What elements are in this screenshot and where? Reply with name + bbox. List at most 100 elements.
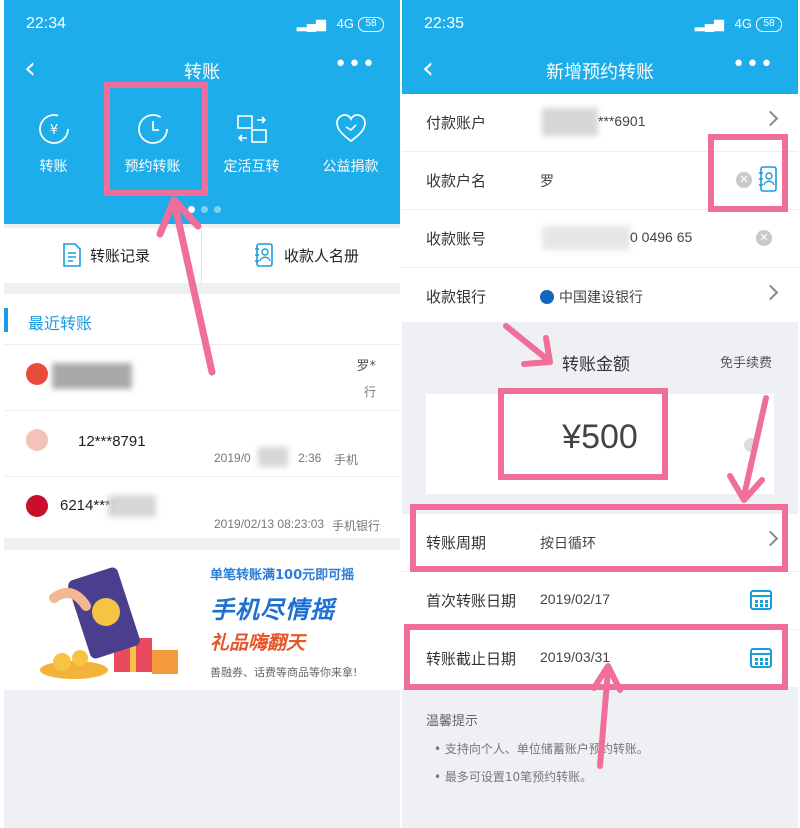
nav-bar: ‹ 转账 •••: [4, 48, 400, 94]
clear-icon[interactable]: ✕: [756, 230, 772, 246]
list-item[interactable]: 6214***8 2019/02/13 08:23:03 手机银行: [4, 476, 400, 540]
bank-logo-icon: [26, 363, 48, 385]
recent-transfers-title: 最近转账: [28, 314, 93, 333]
annotation-arrow: [503, 323, 553, 367]
heart-icon: [335, 114, 366, 143]
document-icon: [63, 243, 81, 267]
quick-action-scheduled-transfer[interactable]: 预约转账: [103, 104, 202, 200]
bank-name: 中国建设银行: [559, 289, 643, 305]
nav-bar: ‹ 新增预约转账 •••: [402, 48, 798, 94]
annotation-arrow: [727, 395, 769, 503]
first-date-label: 首次转账日期: [426, 592, 517, 610]
cycle-label: 转账周期: [426, 534, 487, 552]
banner-subtitle: 单笔转账满100元即可摇: [210, 568, 355, 583]
list-item[interactable]: 12***8791 2019/0 2:36 手机: [4, 410, 400, 474]
fee-note: 免手续费: [719, 356, 772, 371]
payee-bank-row[interactable]: 收款银行 中国建设银行: [402, 268, 798, 324]
contacts-book-icon: [255, 243, 273, 267]
masked-account: [542, 108, 598, 136]
ccb-logo-icon: [540, 290, 554, 304]
payee-name-label: 收款户名: [426, 172, 487, 190]
contacts-book-icon[interactable]: [758, 166, 778, 192]
network-type: 4G: [336, 16, 354, 31]
new-scheduled-transfer-screen: 22:35 ▂▄▆ 4G 58 ‹ 新增预约转账 ••• 付款账户 ***690…: [402, 0, 798, 828]
cycle-value: 按日循环: [540, 535, 596, 551]
tips-title: 温馨提示: [426, 714, 479, 729]
amount-value: ¥500: [562, 418, 638, 456]
payee-name: 罗*: [356, 359, 376, 374]
transfer-home-screen: 22:34 ▂▄▆ 4G 58 ‹ 转账 ••• ¥ 转账 预约转账 定活互转 …: [4, 0, 400, 828]
section-marker: [4, 308, 8, 332]
payee-book-button[interactable]: 收款人名册: [202, 228, 400, 283]
battery-icon: 58: [358, 17, 384, 32]
transfer-date: 2019/0: [214, 451, 251, 465]
status-bar: 22:34 ▂▄▆ 4G 58: [4, 0, 400, 48]
chevron-right-icon: [762, 530, 779, 547]
payer-account-value: ***6901: [598, 113, 646, 129]
quick-action-label: 公益捐款: [322, 159, 379, 175]
payee-name-value: 罗: [540, 173, 554, 189]
chevron-right-icon: [762, 110, 779, 127]
transfer-channel: 行: [364, 385, 377, 399]
status-time: 22:35: [424, 15, 465, 32]
transfer-datetime: 2019/02/13 08:23:03: [214, 517, 325, 531]
svg-text:¥: ¥: [49, 123, 57, 138]
payee-account-value: 0 0496 65: [630, 229, 693, 245]
network-type: 4G: [734, 16, 752, 31]
tip-text: 最多可设置10笔预约转账。: [444, 770, 593, 784]
more-icon[interactable]: •••: [732, 52, 774, 77]
records-label: 转账记录: [90, 247, 151, 265]
payee-book-label: 收款人名册: [284, 247, 360, 265]
masked-time: [258, 447, 288, 467]
amount-label: 转账金额: [562, 355, 630, 375]
transfer-time: 2:36: [298, 451, 322, 465]
payee-name-row[interactable]: 收款户名 罗 ✕: [402, 152, 798, 210]
clear-icon[interactable]: ✕: [736, 172, 752, 188]
bank-logo-icon: [26, 495, 48, 517]
phone-gift-illustration: [40, 567, 178, 679]
transfer-channel: 手机: [334, 453, 359, 467]
masked-account: [52, 363, 132, 389]
quick-action-label: 预约转账: [124, 159, 181, 175]
tip-item: • 最多可设置10笔预约转账。: [434, 770, 593, 784]
masked-account: [108, 495, 156, 517]
status-bar: 22:35 ▂▄▆ 4G 58: [402, 0, 798, 48]
amount-input[interactable]: ¥500: [426, 394, 774, 494]
payer-account-label: 付款账户: [426, 114, 487, 132]
masked-account: [542, 226, 630, 250]
status-time: 22:34: [26, 15, 67, 32]
calendar-icon[interactable]: [750, 590, 772, 610]
payee-account-label: 收款账号: [426, 230, 487, 248]
calendar-icon[interactable]: [750, 648, 772, 668]
quick-action-exchange[interactable]: 定活互转: [202, 104, 301, 200]
quick-action-transfer[interactable]: ¥ 转账: [4, 104, 103, 200]
payee-bank-value: 中国建设银行: [540, 287, 643, 307]
first-date-value: 2019/02/17: [540, 591, 611, 607]
payee-bank-label: 收款银行: [426, 288, 487, 306]
exchange-icon: [236, 115, 267, 143]
end-date-label: 转账截止日期: [426, 650, 517, 668]
cycle-row[interactable]: 转账周期 按日循环: [402, 514, 798, 572]
account-number: 12***8791: [78, 433, 146, 450]
signal-icon: ▂▄▆: [694, 16, 724, 31]
quick-action-donation[interactable]: 公益捐款: [301, 104, 400, 200]
payer-account-row[interactable]: 付款账户 ***6901: [402, 94, 798, 152]
transfer-icon: ¥: [38, 114, 69, 144]
banner-headline: 手机尽情摇: [210, 596, 335, 624]
more-icon[interactable]: •••: [334, 52, 376, 77]
transfer-channel: 手机银行: [332, 519, 381, 533]
first-date-row[interactable]: 首次转账日期 2019/02/17: [402, 572, 798, 630]
signal-icon: ▂▄▆: [296, 16, 326, 31]
screenshot-root: 22:34 ▂▄▆ 4G 58 ‹ 转账 ••• ¥ 转账 预约转账 定活互转 …: [0, 0, 800, 828]
bank-logo-icon: [26, 429, 48, 451]
annotation-arrow: [591, 663, 623, 769]
promo-banner[interactable]: 单笔转账满100元即可摇 手机尽情摇 礼品嗨翻天 善融券、话费等商品等你来拿!: [4, 550, 400, 690]
battery-icon: 58: [756, 17, 782, 32]
chevron-right-icon: [762, 284, 779, 301]
banner-footnote: 善融券、话费等商品等你来拿!: [210, 666, 358, 679]
quick-action-label: 转账: [39, 159, 68, 175]
clock-icon: [137, 114, 168, 144]
annotation-arrow: [156, 196, 216, 376]
payee-account-row[interactable]: 收款账号 0 0496 65 ✕: [402, 210, 798, 268]
quick-action-label: 定活互转: [223, 159, 280, 175]
